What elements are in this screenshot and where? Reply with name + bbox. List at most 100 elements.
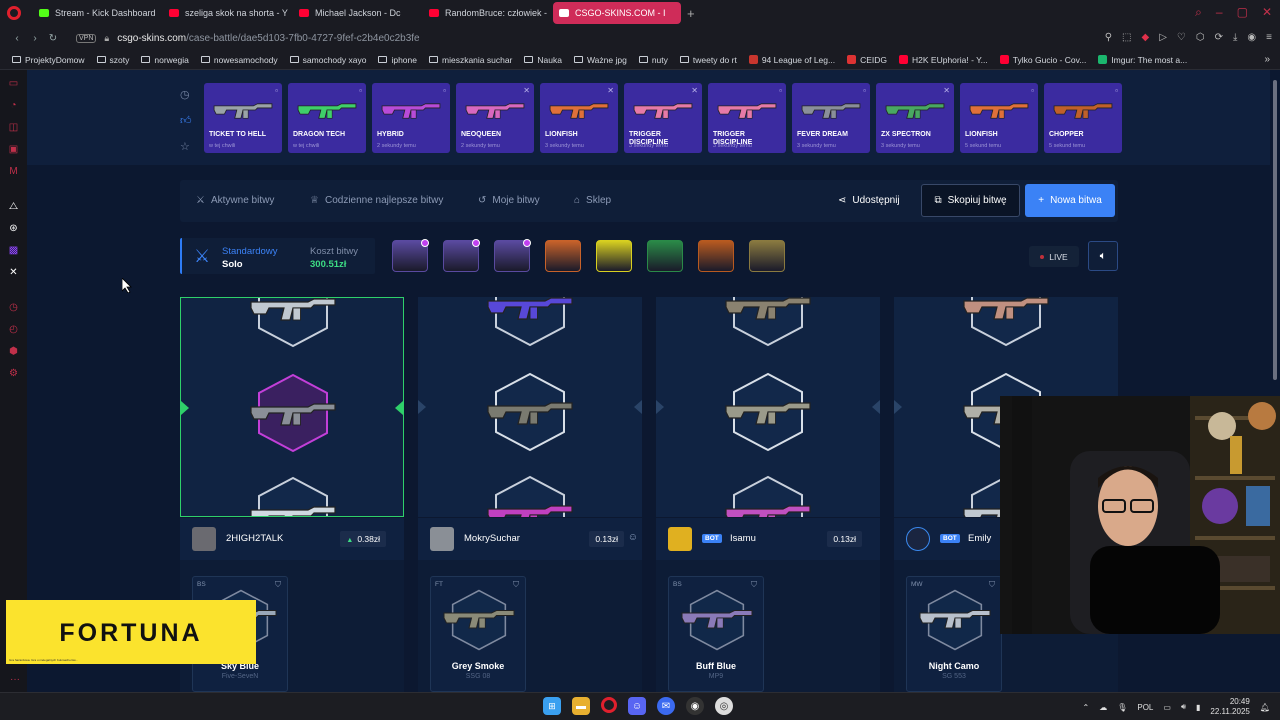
search-icon[interactable]: ⌕ — [1195, 5, 1202, 20]
bookmark-item[interactable]: norwegia — [141, 55, 189, 65]
case-icon[interactable]: ▫ — [1115, 86, 1118, 95]
snapshot-icon[interactable]: ⬚ — [1122, 32, 1131, 43]
browser-tab[interactable]: Stream - Kick Dashboard — [33, 2, 161, 24]
browser-tab[interactable]: szeliga skok na shorta - Y — [163, 2, 291, 24]
battle-case[interactable] — [596, 240, 632, 272]
battle-case[interactable] — [545, 240, 581, 272]
shop-link[interactable]: ⌂ Sklep — [574, 195, 611, 206]
sound-toggle-button[interactable]: 🔈︎ — [1088, 241, 1118, 271]
menu-icon[interactable]: ≡ — [1266, 32, 1272, 43]
my-battles-link[interactable]: ↺ Moje bitwy — [478, 195, 540, 206]
browser-tab[interactable]: Michael Jackson - Dc — [293, 2, 421, 24]
messenger-icon[interactable]: ✉ — [657, 697, 675, 715]
close-icon[interactable]: ✕ — [943, 86, 950, 95]
close-icon[interactable]: ✕ — [691, 86, 698, 95]
bookmarks-more-icon[interactable]: » — [1264, 54, 1270, 65]
battery-icon[interactable]: ▮ — [1196, 703, 1200, 712]
extensions-icon[interactable]: ⬡ — [1196, 32, 1205, 43]
system-clock[interactable]: 20:49 22.11.2025 — [1210, 697, 1249, 717]
case-icon[interactable]: ▫ — [1031, 86, 1034, 95]
thumbs-up-icon[interactable]: 👍︎ — [180, 114, 192, 127]
microphone-icon[interactable]: 🎙︎ — [1117, 703, 1127, 712]
windows-start-icon[interactable]: ⊞ — [543, 697, 561, 715]
battle-case[interactable] — [494, 239, 531, 272]
opera-icon[interactable] — [601, 697, 617, 713]
profile-icon[interactable]: ◉ — [1247, 32, 1256, 43]
case-icon[interactable]: ✕ — [607, 86, 614, 95]
gmail-icon[interactable]: M — [8, 166, 20, 177]
live-drop-card[interactable]: ▫ TICKET TO HELL w tej chwili — [204, 83, 282, 153]
sidebar-more-icon[interactable]: ··· — [10, 674, 20, 685]
close-icon[interactable]: ▫ — [443, 86, 446, 95]
bookmark-item[interactable]: nowesamochody — [200, 55, 278, 65]
scrollbar-thumb[interactable] — [1273, 80, 1277, 380]
bookmark-item[interactable]: samochody xayo — [289, 55, 366, 65]
active-battles-link[interactable]: ⚔ Aktywne bitwy — [196, 195, 274, 206]
settings-icon[interactable]: ⚙ — [8, 368, 20, 379]
discord-icon[interactable]: ☺ — [628, 697, 646, 715]
player-name[interactable]: Emily — [968, 533, 991, 544]
shield-icon[interactable]: ◆ — [1142, 32, 1150, 43]
browser-tab[interactable]: CSGO-SKINS.COM - I — [553, 2, 681, 24]
bookmark-item[interactable]: CEIDG — [847, 55, 887, 65]
bookmark-item[interactable]: Imgur: The most a... — [1098, 55, 1187, 65]
live-drop-card[interactable]: ▫ TRIGGER DISCIPLINE 3 sekundy temu — [708, 83, 786, 153]
aria-icon[interactable]: ◔ — [8, 100, 20, 111]
close-icon[interactable]: ▫ — [863, 86, 866, 95]
live-drop-card[interactable]: ✕ LIONFISH 3 sekundy temu — [540, 83, 618, 153]
messenger-icon[interactable]: ▣ — [8, 144, 20, 155]
share-button[interactable]: ⋖ Udostępnij — [838, 195, 900, 206]
history-icon[interactable]: ◷ — [8, 302, 20, 313]
daily-battles-link[interactable]: ♕ Codzienne najlepsze bitwy — [310, 195, 443, 206]
battle-case[interactable] — [392, 239, 429, 272]
won-item-card[interactable]: MW ⛉ Night Camo SG 553 — [906, 576, 1002, 692]
back-icon[interactable]: ‹ — [8, 33, 26, 44]
play-icon[interactable]: ▷ — [1159, 32, 1167, 43]
live-drop-card[interactable]: ▫ HYBRID 2 sekundy temu — [372, 83, 450, 153]
twitch-icon[interactable]: ▩ — [8, 245, 20, 256]
avatar[interactable] — [906, 527, 930, 551]
onedrive-icon[interactable]: ☁ — [1099, 703, 1107, 712]
chatgpt-icon[interactable]: ⊛ — [8, 223, 20, 234]
live-drop-card[interactable]: ✕ TRIGGER DISCIPLINE 3 sekundy temu — [624, 83, 702, 153]
live-drop-card[interactable]: ▫ FEVER DREAM 3 sekundy temu — [792, 83, 870, 153]
case-icon[interactable]: ▫ — [779, 86, 782, 95]
battle-case[interactable] — [647, 240, 683, 272]
sync-icon[interactable]: ⟳ — [1215, 32, 1223, 43]
reload-icon[interactable]: ↻ — [44, 33, 62, 44]
avatar[interactable] — [192, 527, 216, 551]
player-name[interactable]: Isamu — [730, 533, 756, 544]
volume-icon[interactable]: 🔊︎ — [1181, 702, 1186, 712]
network-icon[interactable]: ▭ — [1163, 703, 1171, 712]
obs-icon[interactable]: ◉ — [686, 697, 704, 715]
workspace-icon[interactable]: ▭ — [8, 78, 20, 89]
cube-icon[interactable]: ⬢ — [8, 346, 20, 357]
pin-icon[interactable]: ⚲ — [1105, 32, 1112, 43]
vpn-badge[interactable]: VPN — [76, 33, 97, 43]
battle-case[interactable] — [698, 240, 734, 272]
battle-case[interactable] — [443, 239, 480, 272]
chrome-icon[interactable]: ◎ — [715, 697, 733, 715]
player-name[interactable]: 2HIGH2TALK — [226, 533, 283, 544]
case-icon[interactable]: ▫ — [275, 86, 278, 95]
clock-icon[interactable]: ◴ — [8, 324, 20, 335]
bookmark-item[interactable]: 94 League of Leg... — [748, 55, 835, 65]
bookmark-item[interactable]: Ważne jpg — [573, 55, 627, 65]
opera-logo-icon[interactable] — [7, 6, 21, 20]
new-tab-icon[interactable]: + — [687, 6, 695, 21]
avatar[interactable] — [430, 527, 454, 551]
bookmark-item[interactable]: szoty — [96, 55, 129, 65]
player-name[interactable]: MokrySuchar — [464, 533, 520, 544]
avatar[interactable] — [668, 527, 692, 551]
won-item-card[interactable]: FT ⛉ Grey Smoke SSG 08 — [430, 576, 526, 692]
bookmark-item[interactable]: H2K EUphoria! - Y... — [899, 55, 988, 65]
x-icon[interactable]: ✕ — [8, 267, 20, 278]
case-icon[interactable]: ✕ — [523, 86, 530, 95]
won-item-card[interactable]: BS ⛉ Buff Blue MP9 — [668, 576, 764, 692]
live-drop-card[interactable]: ▫ LIONFISH 5 sekund temu — [960, 83, 1038, 153]
bookmark-item[interactable]: iphone — [378, 55, 417, 65]
tray-chevron-icon[interactable]: ⌃ — [1083, 703, 1090, 712]
kick-icon[interactable]: ⧍ — [8, 201, 20, 212]
copy-battle-button[interactable]: ⧉ Skopiuj bitwę — [921, 184, 1020, 217]
browser-tab[interactable]: RandomBruce: człowiek - — [423, 2, 551, 24]
